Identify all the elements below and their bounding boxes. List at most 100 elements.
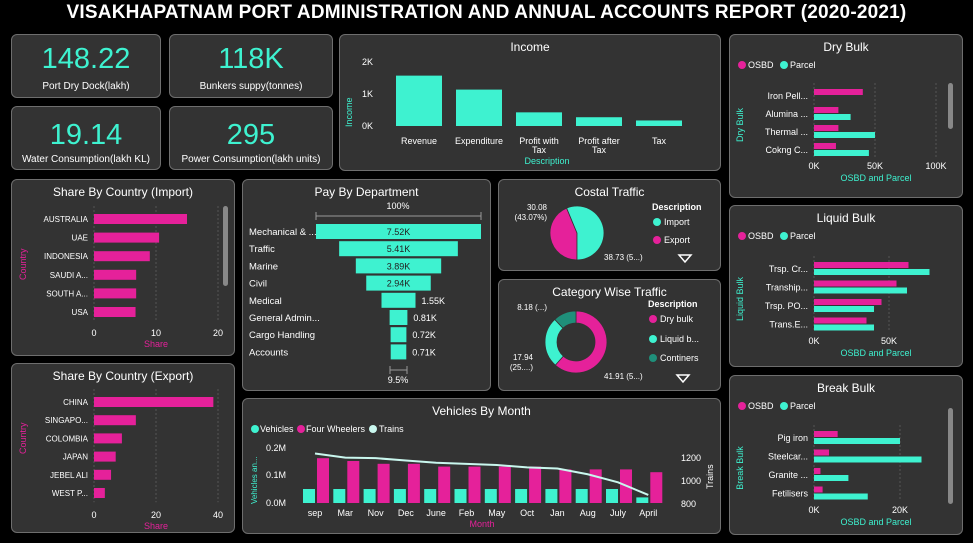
x-tick: 20: [151, 510, 161, 520]
pie-label-export: 38.73 (5...): [604, 253, 643, 262]
liquid-chart: OSBD Parcel Liquid Bulk 0K 50K OSBD and Parce…: [735, 231, 930, 358]
category-label: Pig iron: [777, 433, 808, 443]
x-tick: 0K: [808, 505, 819, 515]
y-tick: 0.1M: [266, 470, 286, 480]
funnel-bar: [381, 292, 416, 308]
import-card[interactable]: Share By Country (Import) Country 0 10 2…: [11, 179, 235, 356]
vehicles-ylabel: Vehicles an...: [250, 456, 259, 504]
income-bar: [456, 89, 502, 126]
osbd-bar: [814, 143, 836, 149]
x-tick-label: Expenditure: [455, 136, 503, 146]
chevron-down-icon[interactable]: [677, 254, 693, 264]
four-wheelers-bar: [438, 466, 451, 503]
parcel-bar: [814, 475, 849, 481]
legend-parcel-marker: [780, 402, 788, 410]
legend-trains: Trains: [379, 424, 404, 434]
country-bar: [94, 469, 112, 480]
x-tick: 0K: [808, 336, 819, 346]
coastal-card[interactable]: Costal Traffic 30.08 (43.07%) 38.73 (5...…: [498, 179, 721, 271]
four-wheelers-bar: [347, 461, 360, 503]
four-wheelers-bar: [650, 472, 663, 503]
parcel-bar: [814, 132, 875, 138]
legend-parcel: Parcel: [790, 231, 816, 241]
parcel-bar: [814, 269, 930, 275]
x-axis-label: OSBD and Parcel: [840, 173, 911, 183]
legend-liquid: Liquid b...: [660, 334, 699, 344]
month-label: Mar: [338, 508, 354, 518]
coastal-chart: 30.08 (43.07%) 38.73 (5...) Description I…: [515, 202, 702, 264]
x-tick: 0K: [808, 161, 819, 171]
osbd-bar: [814, 89, 863, 95]
four-wheelers-bar: [407, 463, 420, 503]
country-bar: [94, 214, 187, 224]
y-tick: 1K: [362, 89, 373, 99]
legend-osbd: OSBD: [748, 401, 774, 411]
osbd-bar: [814, 299, 882, 305]
osbd-bar: [814, 107, 839, 113]
category-label: SAUDI A...: [50, 271, 88, 280]
kpi-label: Power Consumption(lakh units): [181, 154, 321, 165]
vehicles-bar: [606, 489, 618, 503]
department-label: Cargo Handling: [249, 330, 315, 341]
income-card[interactable]: Income Income 2K 1K 0K Description Reven…: [339, 34, 721, 171]
country-bar: [94, 288, 137, 299]
osbd-bar: [814, 280, 897, 287]
legend-osbd-marker: [738, 61, 746, 69]
parcel-bar: [814, 324, 874, 331]
chevron-down-icon[interactable]: [675, 374, 691, 384]
osbd-bar: [814, 125, 839, 131]
category-card[interactable]: Category Wise Traffic 41.91 (5...) 17.94…: [498, 279, 721, 391]
legend-osbd-marker: [738, 232, 746, 240]
x-axis-label: OSBD and Parcel: [840, 348, 911, 358]
slice: [544, 318, 564, 366]
kpi-card-power[interactable]: 295 Power Consumption(lakh units): [169, 106, 333, 170]
liquid-card[interactable]: Liquid Bulk OSBD Parcel Liquid Bulk 0K 50K OS…: [729, 205, 963, 367]
four-wheelers-bar: [468, 466, 481, 503]
vehicles-chart: Vehicles Four Wheelers Trains Vehicles a…: [250, 424, 715, 529]
legend-parcel-marker: [780, 232, 788, 240]
category-label: USA: [72, 308, 89, 317]
dry-card[interactable]: Dry Bulk OSBD Parcel Dry Bulk 0K 50K 100K OSBD…: [729, 34, 963, 198]
month-label: June: [426, 508, 446, 518]
legend-four-wheelers: Four Wheelers: [306, 424, 366, 434]
month-label: Feb: [459, 508, 475, 518]
category-label: Trsp. PO...: [765, 301, 808, 311]
kpi-label: Bunkers suppy(tonnes): [199, 81, 303, 92]
kpi-card-bunkers[interactable]: 118K Bunkers suppy(tonnes): [169, 34, 333, 98]
country-bar: [94, 488, 105, 498]
country-bar: [94, 269, 137, 280]
income-bar: [636, 120, 682, 126]
export-card[interactable]: Share By Country (Export) Country 0 20 4…: [11, 363, 235, 533]
x-tick: 0: [91, 510, 96, 520]
vehicles-card[interactable]: Vehicles By Month Vehicles Four Wheelers…: [242, 398, 721, 534]
kpi-card-water[interactable]: 19.14 Water Consumption(lakh KL): [11, 106, 161, 170]
value-label: 3.89K: [387, 261, 411, 271]
osbd-bar: [814, 317, 867, 324]
category-label: Steelcar...: [768, 452, 808, 462]
import-chart: Country 0 10 20 Share AUSTRALIA UAE INDONE…: [18, 206, 223, 349]
category-label: Fetilisers: [772, 489, 809, 499]
legend-title: Description: [648, 299, 698, 309]
funnel-bar: [390, 327, 407, 343]
x-tick-label: Revenue: [401, 136, 437, 146]
category-label: AUSTRALIA: [44, 215, 89, 224]
break-card[interactable]: Break Bulk OSBD Parcel Break Bulk 0K 20K OSBD…: [729, 375, 963, 535]
month-label: Aug: [580, 508, 596, 518]
funnel-bar: [389, 310, 408, 325]
four-wheelers-bar: [317, 458, 329, 503]
month-label: July: [610, 508, 627, 518]
value-label: 7.52K: [387, 227, 411, 237]
income-bar: [396, 75, 442, 126]
y-tick: 0.2M: [266, 443, 286, 453]
pay-card[interactable]: Pay By Department 100% 9.5% Mechanical &…: [242, 179, 491, 391]
department-label: Accounts: [249, 347, 288, 358]
osbd-bar: [814, 449, 830, 456]
import-xlabel: Share: [144, 339, 168, 349]
kpi-card-dry-dock[interactable]: 148.22 Port Dry Dock(lakh): [11, 34, 161, 98]
category-label: WEST P...: [52, 489, 88, 498]
month-label: Jan: [550, 508, 565, 518]
x-tick-label: Tax: [652, 136, 667, 146]
category-label: INDONESIA: [44, 252, 89, 261]
vehicles-bar: [393, 489, 406, 503]
vehicles-bar: [363, 489, 376, 503]
